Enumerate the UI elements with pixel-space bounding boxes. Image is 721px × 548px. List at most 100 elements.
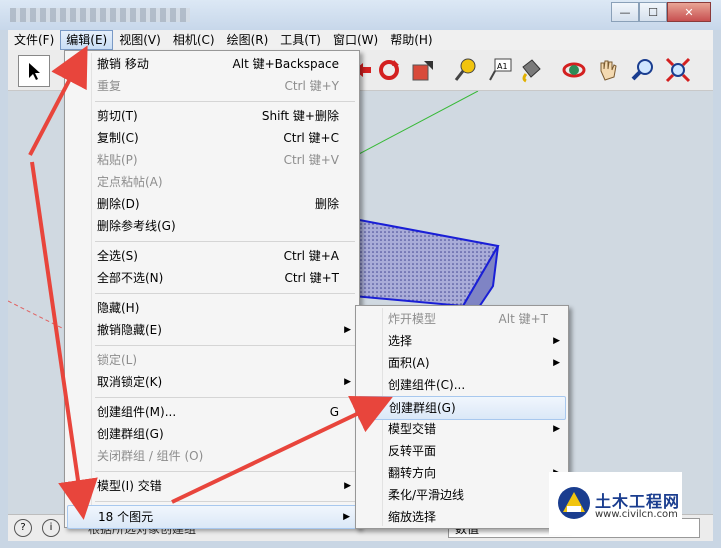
submenu-arrow-icon: ▶ — [344, 481, 351, 491]
window-title-blurred — [10, 8, 190, 22]
close-button[interactable]: ✕ — [667, 2, 711, 22]
menu-item-label: 翻转方向 — [388, 466, 437, 480]
menu-item-label: 反转平面 — [388, 444, 437, 458]
menu-item-label: 模型(I) 交错 — [97, 479, 162, 493]
menu-item[interactable]: 创建组件(C)... — [358, 374, 566, 396]
paint-bucket-icon[interactable] — [516, 55, 546, 85]
scale-icon[interactable] — [408, 55, 438, 85]
help-icon[interactable]: ? — [14, 519, 32, 537]
zoom-extents-icon[interactable] — [663, 55, 693, 85]
menu-item[interactable]: 创建组件(M)... G — [67, 401, 357, 423]
menubar-item[interactable]: 绘图(R) — [221, 31, 275, 49]
menubar-item[interactable]: 编辑(E) — [60, 30, 114, 50]
menu-item-shortcut: Ctrl 键+Y — [284, 79, 339, 93]
menu-item-label: 创建群组(G) — [97, 427, 164, 441]
menu-item-label: 隐藏(H) — [97, 301, 140, 315]
menu-item-shortcut: Alt 键+Backspace — [232, 57, 339, 71]
menu-item-label: 全部不选(N) — [97, 271, 164, 285]
watermark: 土木工程网 www.civilcn.com — [549, 472, 682, 535]
menu-item: 关闭群组 / 组件 (O) — [67, 445, 357, 467]
menu-separator — [95, 293, 355, 294]
menu-item-shortcut: G — [329, 405, 339, 419]
menu-item[interactable]: 选择 ▶ — [358, 330, 566, 352]
submenu-arrow-icon: ▶ — [553, 424, 560, 434]
rotate-icon[interactable] — [374, 55, 404, 85]
menu-item[interactable]: 复制(C) Ctrl 键+C — [67, 127, 357, 149]
menu-item-shortcut: Ctrl 键+C — [283, 131, 339, 145]
menu-item[interactable]: 反转平面 — [358, 440, 566, 462]
civilcn-logo-icon — [558, 487, 590, 519]
menu-item[interactable]: 模型(I) 交错 ▶ — [67, 475, 357, 497]
menu-separator — [95, 241, 355, 242]
menu-item: 粘贴(P) Ctrl 键+V — [67, 149, 357, 171]
window-controls: — ☐ ✕ — [611, 2, 711, 22]
menu-item[interactable]: 创建群组(G) — [67, 423, 357, 445]
menu-item[interactable]: 全选(S) Ctrl 键+A — [67, 245, 357, 267]
menu-item-shortcut: Ctrl 键+V — [283, 153, 339, 167]
menu-separator — [95, 397, 355, 398]
menu-item[interactable]: 翻转方向▶ — [358, 462, 566, 484]
menubar-item[interactable]: 窗口(W) — [327, 31, 384, 49]
submenu-arrow-icon: ▶ — [344, 325, 351, 335]
menu-item-label: 取消锁定(K) — [97, 375, 163, 389]
menu-item[interactable]: 面积(A) ▶ — [358, 352, 566, 374]
menu-item-shortcut: Ctrl 键+A — [283, 249, 339, 263]
menu-item-label: 撤销 移动 — [97, 57, 149, 71]
menu-item-label: 全选(S) — [97, 249, 138, 263]
menu-item-label: 创建组件(M)... — [97, 405, 177, 419]
menu-separator — [95, 501, 355, 502]
title-bar: — ☐ ✕ — [0, 0, 721, 30]
menubar-item[interactable]: 文件(F) — [8, 31, 60, 49]
maximize-button[interactable]: ☐ — [639, 2, 667, 22]
menu-item-label: 选择 — [388, 334, 413, 348]
edit-menu-dropdown: 撤销 移动 Alt 键+Backspace 重复 Ctrl 键+Y 剪切(T) Shift… — [64, 50, 360, 529]
menu-separator — [95, 471, 355, 472]
menu-item-label: 面积(A) — [388, 356, 430, 370]
info-icon[interactable]: i — [42, 519, 60, 537]
menu-item[interactable]: 全部不选(N) Ctrl 键+T — [67, 267, 357, 289]
menubar-item[interactable]: 视图(V) — [113, 31, 167, 49]
menu-item[interactable]: 缩放选择 — [358, 506, 566, 528]
menu-separator — [95, 101, 355, 102]
submenu-arrow-icon: ▶ — [344, 377, 351, 387]
menu-bar: 文件(F) 编辑(E) 视图(V) 相机(C) 绘图(R) 工具(T) 窗口(W) 帮助(H) — [8, 30, 713, 51]
menubar-item[interactable]: 工具(T) — [274, 31, 327, 49]
watermark-url: www.civilcn.com — [595, 509, 678, 520]
menu-item-label: 关闭群组 / 组件 (O) — [97, 449, 204, 463]
menu-item[interactable]: 删除(D) 删除 — [67, 193, 357, 215]
pan-hand-icon[interactable] — [593, 55, 623, 85]
menu-item[interactable]: 柔化/平滑边线 — [358, 484, 566, 506]
menu-item-label: 炸开模型 — [388, 312, 437, 326]
menu-item[interactable]: 剪切(T) Shift 键+删除 — [67, 105, 357, 127]
menu-item-shortcut: 删除 — [314, 197, 339, 211]
menu-item[interactable]: 删除参考线(G) — [67, 215, 357, 237]
text-label-icon[interactable]: A1 — [485, 55, 515, 85]
minimize-button[interactable]: — — [611, 2, 639, 22]
menu-item-shortcut: Alt 键+T — [498, 312, 548, 326]
menu-item[interactable]: 取消锁定(K) ▶ — [67, 371, 357, 393]
menubar-item[interactable]: 相机(C) — [167, 31, 221, 49]
menu-item-label: 删除参考线(G) — [97, 219, 176, 233]
menubar-item[interactable]: 帮助(H) — [384, 31, 438, 49]
submenu-arrow-icon: ▶ — [553, 358, 560, 368]
select-arrow-icon[interactable] — [18, 55, 50, 87]
menu-item[interactable]: 撤销 移动 Alt 键+Backspace — [67, 53, 357, 75]
menu-item-label: 撤销隐藏(E) — [97, 323, 162, 337]
menu-item[interactable]: 创建群组(G) — [358, 396, 566, 420]
menu-item-label: 锁定(L) — [97, 353, 138, 367]
text-tool-glyph: A1 — [497, 62, 508, 71]
menu-item: 锁定(L) — [67, 349, 357, 371]
menu-item: 重复 Ctrl 键+Y — [67, 75, 357, 97]
menu-item: 定点粘帖(A) — [67, 171, 357, 193]
menu-item[interactable]: 撤销隐藏(E) ▶ — [67, 319, 357, 341]
submenu-arrow-icon: ▶ — [343, 512, 350, 522]
orbit-icon[interactable] — [559, 55, 589, 85]
menu-item-label: 剪切(T) — [97, 109, 138, 123]
tape-measure-icon[interactable] — [451, 55, 481, 85]
zoom-icon[interactable] — [628, 55, 658, 85]
menu-separator — [95, 345, 355, 346]
menu-item-label: 复制(C) — [97, 131, 139, 145]
menu-item[interactable]: 18 个图元 ▶ — [67, 505, 357, 529]
menu-item[interactable]: 模型交错 ▶ — [358, 418, 566, 440]
menu-item[interactable]: 隐藏(H) — [67, 297, 357, 319]
